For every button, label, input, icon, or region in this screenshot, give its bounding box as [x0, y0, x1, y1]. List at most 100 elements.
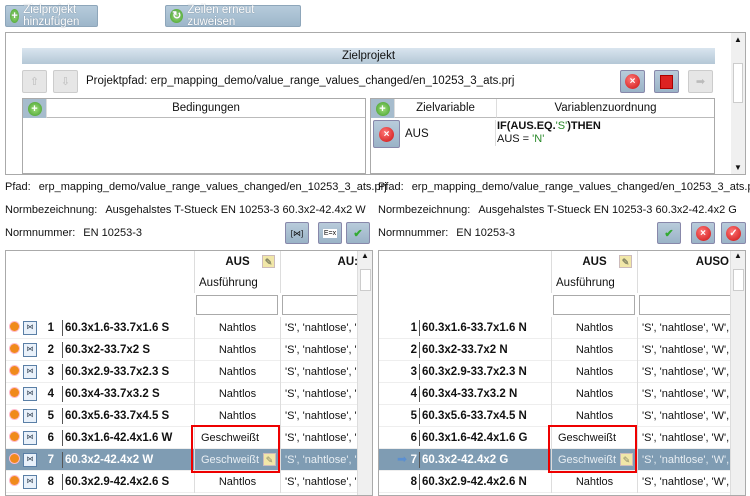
right-norm-designation: Normbezeichnung: Ausgehalstes T-Stueck EN…: [378, 204, 737, 216]
aus-cell[interactable]: Nahtlos: [194, 471, 280, 493]
left-norm-number: Normnummer: EN 10253-3: [5, 227, 143, 239]
table-row[interactable]: 1 60.3x1.6-33.7x1.6 N Nahtlos 'S', 'naht…: [379, 317, 745, 339]
reassign-rows-button[interactable]: ↻ Zeilen erneut zuweisen: [165, 4, 301, 28]
aus-cell[interactable]: Nahtlos: [194, 339, 280, 361]
second-column-cell[interactable]: 'S', 'nahtlose', 'W',: [637, 339, 731, 361]
open-project-button[interactable]: [654, 70, 679, 93]
table-row[interactable]: 5 60.3x5.6-33.7x4.5 N Nahtlos 'S', 'naht…: [379, 405, 745, 427]
aus-column-description: Ausführung: [551, 273, 637, 293]
aus-cell[interactable]: Nahtlos: [194, 361, 280, 383]
row-number: 2: [47, 344, 54, 356]
table-row[interactable]: ⋈ 6 60.3x1.6-42.4x1.6 W Geschweißt 'S', …: [6, 427, 372, 449]
table-row[interactable]: ⋈ 3 60.3x2.9-33.7x2.3 S Nahtlos 'S', 'na…: [6, 361, 372, 383]
variable-icon: [⋈]: [290, 228, 304, 238]
confirm-button[interactable]: ✔: [657, 222, 681, 244]
second-column-cell[interactable]: 'S', 'nahtlose', 'W',: [637, 317, 731, 339]
second-column-cell[interactable]: 'S', 'nahtlose', 'W',: [637, 405, 731, 427]
second-column-cell[interactable]: 'S', 'nahtlose', '': [280, 383, 360, 405]
highlight-box: [191, 425, 280, 473]
accept-all-button[interactable]: ✔: [346, 222, 370, 244]
second-column-cell[interactable]: 'S', 'nahtlose', '': [280, 317, 360, 339]
variable-view-button[interactable]: [⋈]: [285, 222, 309, 244]
reject-button[interactable]: ×: [691, 222, 715, 244]
aus-column-header[interactable]: AUS ✎: [551, 251, 637, 273]
second-column-cell[interactable]: 'S', 'nahtlose', 'W',: [637, 383, 731, 405]
row-number: 4: [410, 388, 417, 400]
assignment-variable: AUS: [405, 128, 429, 140]
aus-cell[interactable]: Nahtlos: [551, 405, 637, 427]
aus-cell[interactable]: Nahtlos: [551, 383, 637, 405]
row-number: 5: [47, 410, 54, 422]
second-column-cell[interactable]: 'S', 'nahtlose', 'W',: [637, 449, 731, 471]
assignment-formula[interactable]: IF(AUS.EQ.'S')THEN AUS = 'N': [495, 120, 601, 146]
table-row[interactable]: ⋈ 5 60.3x5.6-33.7x4.5 S Nahtlos 'S', 'na…: [6, 405, 372, 427]
second-column-cell[interactable]: 'S', 'nahtlose', '': [280, 339, 360, 361]
row-name: 60.3x2.9-42.4x2.6 N: [419, 474, 527, 490]
delete-assignment-button[interactable]: ×: [373, 120, 400, 148]
table-row[interactable]: ⋈ 4 60.3x4-33.7x3.2 S Nahtlos 'S', 'naht…: [6, 383, 372, 405]
row-number: 7: [410, 454, 417, 466]
table-row[interactable]: ⋈ 8 60.3x2.9-42.4x2.6 S Nahtlos 'S', 'na…: [6, 471, 372, 493]
table-row[interactable]: 2 60.3x2-33.7x2 N Nahtlos 'S', 'nahtlose…: [379, 339, 745, 361]
right-path: Pfad: erp_mapping_demo/value_range_values…: [378, 181, 750, 193]
second-column-cell[interactable]: 'S', 'nahtlose', '': [280, 427, 360, 449]
aus-column-header[interactable]: AUS ✎: [194, 251, 280, 273]
conditions-header: Bedingungen: [46, 99, 365, 118]
forward-button[interactable]: ➡: [688, 70, 713, 93]
second-column-header[interactable]: AUSO: [637, 251, 731, 273]
target-project-header: Zielprojekt: [22, 48, 715, 64]
pencil-icon[interactable]: ✎: [262, 255, 275, 268]
aus-cell[interactable]: Nahtlos: [551, 317, 637, 339]
table-row[interactable]: ⋈ 7 60.3x2-42.4x2 W Geschweißt ✎ 'S', 'na…: [6, 449, 372, 471]
row-number: 2: [410, 344, 417, 356]
second-column-cell[interactable]: 'S', 'nahtlose', 'W',: [637, 361, 731, 383]
second-filter-input[interactable]: [639, 295, 731, 315]
second-filter-input[interactable]: [282, 295, 360, 315]
plus-icon: +: [10, 9, 20, 23]
row-number: 6: [47, 432, 54, 444]
add-target-project-button[interactable]: + Zielprojekt hinzufügen: [5, 4, 98, 28]
aus-filter-input[interactable]: [553, 295, 635, 315]
reject-confirm-button[interactable]: ✓: [721, 222, 746, 244]
row-name: 60.3x2-42.4x2 G: [419, 452, 508, 468]
aus-cell[interactable]: Nahtlos: [194, 405, 280, 427]
aus-cell[interactable]: Nahtlos: [194, 317, 280, 339]
second-column-cell[interactable]: 'S', 'nahtlose', 'W',: [637, 471, 731, 493]
panel-scrollbar[interactable]: ▲ ▼: [731, 33, 745, 174]
left-scrollbar[interactable]: ▲: [357, 251, 372, 495]
aus-filter-input[interactable]: [196, 295, 278, 315]
row-number: 3: [47, 366, 54, 378]
second-column-header[interactable]: AU:: [280, 251, 360, 273]
right-scrollbar[interactable]: ▲: [730, 251, 745, 495]
second-column-cell[interactable]: 'S', 'nahtlose', '': [280, 361, 360, 383]
table-row[interactable]: ⋈ 1 60.3x1.6-33.7x1.6 S Nahtlos 'S', 'na…: [6, 317, 372, 339]
table-row[interactable]: 8 60.3x2.9-42.4x2.6 N Nahtlos 'S', 'naht…: [379, 471, 745, 493]
delete-target-button[interactable]: ×: [620, 70, 645, 93]
table-row[interactable]: ⋈ 2 60.3x2-33.7x2 S Nahtlos 'S', 'nahtlo…: [6, 339, 372, 361]
variable-assignment-header: Variablenzuordnung: [496, 99, 714, 118]
expression-button[interactable]: E=x: [318, 222, 342, 244]
modified-indicator-icon: [10, 476, 19, 485]
pencil-icon[interactable]: ✎: [619, 255, 632, 268]
row-number: 5: [410, 410, 417, 422]
left-path: Pfad: erp_mapping_demo/value_range_values…: [5, 181, 387, 193]
row-name: 60.3x4-33.7x3.2 S: [62, 386, 160, 402]
second-column-cell[interactable]: 'S', 'nahtlose', '': [280, 405, 360, 427]
table-row[interactable]: 3 60.3x2.9-33.7x2.3 N Nahtlos 'S', 'naht…: [379, 361, 745, 383]
project-path: Projektpfad: erp_mapping_demo/value_rang…: [86, 75, 515, 87]
move-up-button[interactable]: ⇧: [22, 70, 47, 93]
second-column-cell[interactable]: 'S', 'nahtlose', '': [280, 449, 360, 471]
table-row[interactable]: 4 60.3x4-33.7x3.2 N Nahtlos 'S', 'nahtlo…: [379, 383, 745, 405]
plus-icon: +: [27, 101, 42, 116]
add-condition-button[interactable]: +: [23, 99, 46, 118]
aus-cell[interactable]: Nahtlos: [551, 339, 637, 361]
row-number: 6: [410, 432, 417, 444]
second-column-cell[interactable]: 'S', 'nahtlose', 'W',: [637, 427, 731, 449]
aus-cell[interactable]: Nahtlos: [551, 471, 637, 493]
check-icon: ✔: [664, 227, 674, 240]
second-column-cell[interactable]: 'S', 'nahtlose', '': [280, 471, 360, 493]
add-assignment-button[interactable]: +: [371, 99, 394, 118]
move-down-button[interactable]: ⇩: [53, 70, 78, 93]
aus-cell[interactable]: Nahtlos: [551, 361, 637, 383]
aus-cell[interactable]: Nahtlos: [194, 383, 280, 405]
